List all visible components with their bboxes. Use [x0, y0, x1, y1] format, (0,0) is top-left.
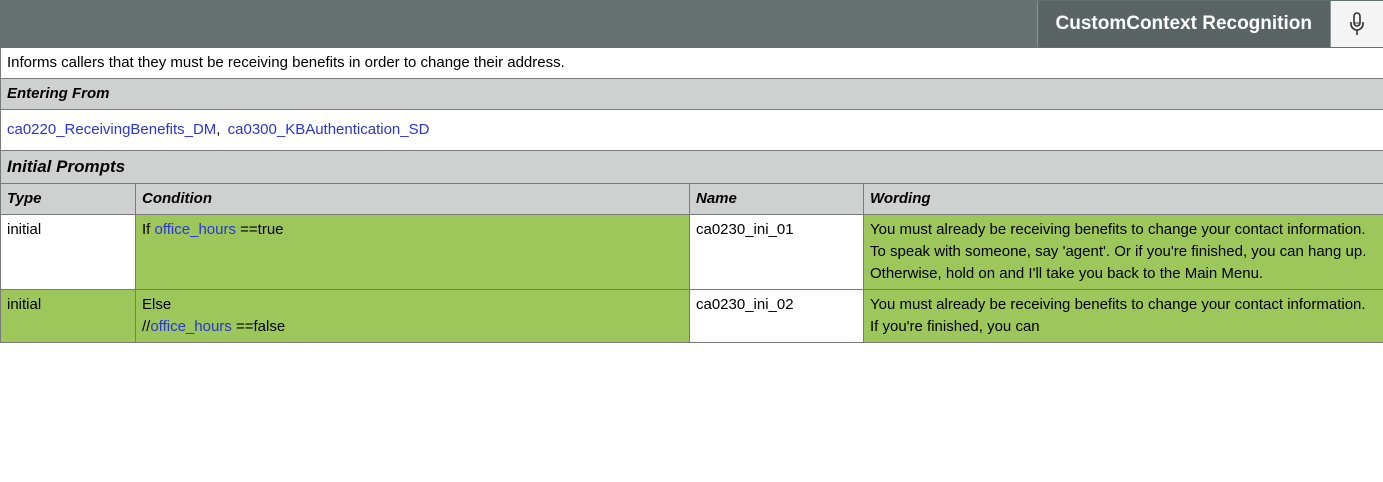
page-title: CustomContext Recognition [1036, 1, 1331, 47]
column-header-name: Name [689, 183, 864, 215]
prompt-condition: Else //office_hours ==false [135, 289, 690, 343]
column-header-wording: Wording [863, 183, 1383, 215]
prompt-type: initial [0, 214, 136, 290]
prompt-name: ca0230_ini_02 [689, 289, 864, 343]
prompt-type: initial [0, 289, 136, 343]
column-header-row: Type Condition Name Wording [0, 183, 1383, 215]
description-text: Informs callers that they must be receiv… [0, 47, 1383, 79]
entering-from-label: Entering From [0, 78, 1383, 110]
link-receiving-benefits[interactable]: ca0220_ReceivingBenefits_DM [7, 121, 216, 138]
office-hours-link[interactable]: office_hours [155, 221, 236, 238]
column-header-condition: Condition [135, 183, 690, 215]
entering-from-row: ca0220_ReceivingBenefits_DM, ca0300_KBAu… [0, 109, 1383, 151]
entering-from-header: Entering From [0, 78, 1383, 110]
table-row: initial Else //office_hours ==false ca02… [0, 289, 1383, 343]
prompt-wording: You must already be receiving benefits t… [863, 289, 1383, 343]
office-hours-link[interactable]: office_hours [150, 318, 231, 335]
link-kb-authentication[interactable]: ca0300_KBAuthentication_SD [228, 121, 430, 138]
initial-prompts-label: Initial Prompts [0, 150, 1383, 184]
microphone-icon [1331, 1, 1383, 47]
title-row: CustomContext Recognition [0, 0, 1383, 48]
condition-text: If [142, 221, 155, 238]
condition-text: ==false [231, 318, 286, 335]
initial-prompts-header: Initial Prompts [0, 150, 1383, 184]
prompt-wording: You must already be receiving benefits t… [863, 214, 1383, 290]
condition-text: ==true [235, 221, 284, 238]
description-row: Informs callers that they must be receiv… [0, 47, 1383, 79]
prompt-condition: If office_hours ==true [135, 214, 690, 290]
prompt-name: ca0230_ini_01 [689, 214, 864, 290]
link-separator: , [216, 121, 221, 138]
table-row: initial If office_hours ==true ca0230_in… [0, 214, 1383, 290]
condition-text: Else [142, 296, 172, 313]
column-header-type: Type [0, 183, 136, 215]
spec-table: CustomContext Recognition Informs caller… [0, 0, 1383, 343]
